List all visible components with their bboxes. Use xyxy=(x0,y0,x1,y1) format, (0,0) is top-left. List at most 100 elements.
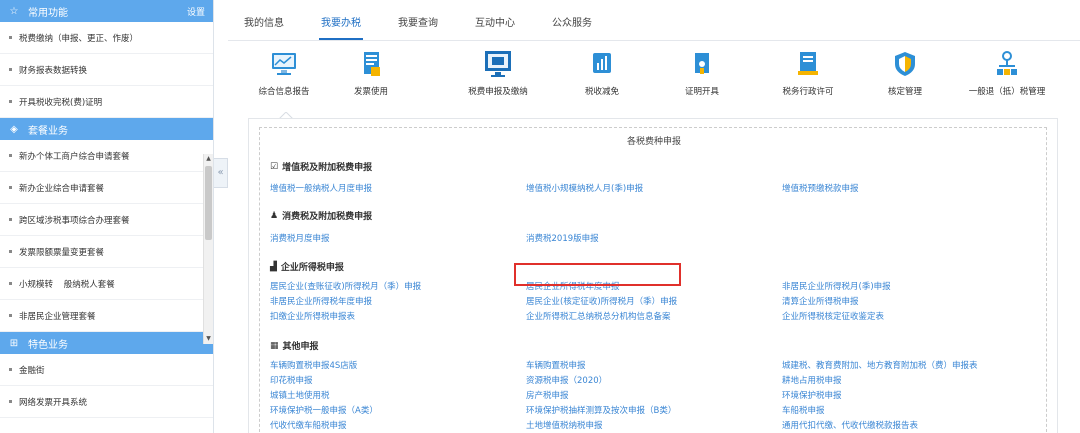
tab-interaction[interactable]: 互动中心 xyxy=(473,14,517,40)
service-tax-declaration[interactable]: 税费申报及缴纳 xyxy=(458,49,538,97)
scroll-down-icon[interactable]: ▼ xyxy=(204,334,213,344)
sidebar-item[interactable]: 税费缴纳（申报、更正、作废） xyxy=(0,22,213,54)
sidebar-item[interactable]: 跨区域涉税事项综合办理套餐 xyxy=(0,204,213,236)
sidebar-item-label: 新办个体工商户综合申请套餐 xyxy=(19,151,130,162)
sidebar-item[interactable]: 非居民企业管理套餐 xyxy=(0,300,213,332)
link-vat-general-monthly[interactable]: 增值税一般纳税人月度申报 xyxy=(270,182,372,194)
bullet-icon xyxy=(9,186,12,189)
sidebar-item[interactable]: 开具税收完税(费)证明 xyxy=(0,86,213,118)
grid-icon: ⊞ xyxy=(9,337,19,349)
layers-icon: ◈ xyxy=(10,123,18,135)
sidebar-item-label: 金融街 xyxy=(19,365,45,376)
service-assessment[interactable]: 核定管理 xyxy=(865,49,945,97)
bullet-icon xyxy=(9,250,12,253)
link-vat-small-scale[interactable]: 增值税小规模纳税人月(季)申报 xyxy=(526,182,643,194)
settings-link[interactable]: 设置 xyxy=(187,5,205,18)
link-other[interactable]: 环境保护税申报 xyxy=(782,389,842,401)
sidebar-item-label: 小规模转 般纳税人套餐 xyxy=(19,279,115,290)
section-header-package[interactable]: ◈ 套餐业务 xyxy=(0,118,213,140)
link-cit[interactable]: 居民企业(查账征收)所得税月（季）申报 xyxy=(270,280,421,292)
collapse-sidebar-button[interactable]: « xyxy=(214,158,228,188)
service-label: 税费申报及缴纳 xyxy=(468,87,528,97)
screen-icon xyxy=(485,51,511,77)
tab-public-service[interactable]: 公众服务 xyxy=(550,14,594,40)
service-certificate[interactable]: 证明开具 xyxy=(662,49,742,97)
tab-my-info[interactable]: 我的信息 xyxy=(242,14,286,40)
scroll-up-icon[interactable]: ▲ xyxy=(204,154,213,164)
service-label: 核定管理 xyxy=(887,87,922,97)
link-other[interactable]: 代收代缴车船税申报 xyxy=(270,419,347,431)
link-other[interactable]: 车辆购置税申报 xyxy=(526,359,586,371)
link-other[interactable]: 城建税、教育费附加、地方教育附加税（费）申报表 xyxy=(782,359,978,371)
sidebar-item[interactable]: 小规模转 般纳税人套餐 xyxy=(0,268,213,300)
link-cit[interactable]: 居民企业(核定征收)所得税月（季）申报 xyxy=(526,295,677,307)
sidebar-item[interactable]: 财务报表数据转换 xyxy=(0,54,213,86)
link-other[interactable]: 房产税申报 xyxy=(526,389,569,401)
group-title-label: 其他申报 xyxy=(282,342,319,352)
scrollbar-thumb[interactable] xyxy=(205,166,212,240)
link-cit[interactable]: 企业所得税汇总纳税总分机构信息备案 xyxy=(526,310,671,322)
group-title-label: 增值税及附加税费申报 xyxy=(282,163,373,173)
link-cit[interactable]: 扣缴企业所得税申报表 xyxy=(270,310,355,322)
sidebar-item[interactable]: 新办企业综合申请套餐 xyxy=(0,172,213,204)
service-refund[interactable]: 一般退（抵）税管理 xyxy=(962,49,1052,97)
link-cit[interactable]: 非居民企业所得税年度申报 xyxy=(270,295,372,307)
document-icon xyxy=(364,52,380,76)
link-cit[interactable]: 非居民企业所得税月(季)申报 xyxy=(782,280,891,292)
user-icon: ♟ xyxy=(270,210,279,221)
bullet-icon xyxy=(9,314,12,317)
bullet-icon xyxy=(9,100,12,103)
sidebar-item[interactable]: 新办个体工商户综合申请套餐 xyxy=(0,140,213,172)
service-info-report[interactable]: 综合信息报告 xyxy=(244,49,324,97)
shield-icon xyxy=(895,52,915,76)
group-title-other: ▦ 其他申报 xyxy=(270,339,319,353)
section-header-common[interactable]: ☆ 常用功能 设置 xyxy=(0,0,213,22)
service-admin-license[interactable]: 税务行政许可 xyxy=(768,49,848,97)
sidebar-item-label: 发票限额票量变更套餐 xyxy=(19,247,105,258)
service-label: 一般退（抵）税管理 xyxy=(968,87,1046,97)
section-header-special[interactable]: ⊞ 特色业务 xyxy=(0,332,213,354)
sidebar-item-label: 跨区域涉税事项综合办理套餐 xyxy=(19,215,130,226)
grid-icon: ▦ xyxy=(270,340,279,351)
link-other[interactable]: 环境保护税抽样测算及按次申报（B类） xyxy=(526,404,676,416)
link-cit[interactable]: 企业所得税核定征收鉴定表 xyxy=(782,310,884,322)
link-other[interactable]: 车辆购置税申报4S店版 xyxy=(270,359,357,371)
section-title: 常用功能 xyxy=(28,7,68,19)
link-other[interactable]: 环境保护税一般申报（A类） xyxy=(270,404,378,416)
sidebar-item-label: 财务报表数据转换 xyxy=(19,65,88,76)
sidebar-item[interactable]: 金融街 xyxy=(0,354,213,386)
bullet-icon xyxy=(9,282,12,285)
link-other[interactable]: 通用代扣代缴、代收代缴税款报告表 xyxy=(782,419,918,431)
service-invoice-use[interactable]: 发票使用 xyxy=(331,49,411,97)
link-other[interactable]: 车船税申报 xyxy=(782,404,825,416)
section-title: 特色业务 xyxy=(28,339,68,351)
bullet-icon xyxy=(9,400,12,403)
link-other[interactable]: 耕地占用税申报 xyxy=(782,374,842,386)
group-title-label: 企业所得税申报 xyxy=(280,263,344,273)
sidebar-item[interactable]: 发票限额票量变更套餐 xyxy=(0,236,213,268)
link-other[interactable]: 土地增值税纳税申报 xyxy=(526,419,603,431)
service-tax-reduction[interactable]: 税收减免 xyxy=(562,49,642,97)
tab-query[interactable]: 我要查询 xyxy=(396,14,440,40)
link-consumption-monthly[interactable]: 消费税月度申报 xyxy=(270,232,330,244)
star-icon: ☆ xyxy=(9,5,19,17)
link-vat-prepay[interactable]: 增值税预缴税款申报 xyxy=(782,182,859,194)
sidebar-scrollbar[interactable]: ▲ ▼ xyxy=(203,154,213,344)
tab-tax-handling[interactable]: 我要办税 xyxy=(319,14,363,40)
monitor-chart-icon xyxy=(272,53,296,75)
service-label: 发票使用 xyxy=(353,87,388,97)
sidebar-item-label: 税费缴纳（申报、更正、作废） xyxy=(19,33,139,44)
link-other[interactable]: 资源税申报（2020） xyxy=(526,374,607,386)
sidebar-item-label: 新办企业综合申请套餐 xyxy=(19,183,105,194)
tax-portal-app: ☆ 常用功能 设置 税费缴纳（申报、更正、作废） 财务报表数据转换 开具税收完税… xyxy=(0,0,1080,433)
link-cit[interactable]: 清算企业所得税申报 xyxy=(782,295,859,307)
sidebar-item[interactable]: 网络发票开具系统 xyxy=(0,386,213,418)
service-label: 税务行政许可 xyxy=(782,87,834,97)
bullet-icon xyxy=(9,154,12,157)
link-other[interactable]: 印花税申报 xyxy=(270,374,313,386)
sidebar-item-label: 开具税收完税(费)证明 xyxy=(19,97,103,108)
link-other[interactable]: 城镇土地使用税 xyxy=(270,389,330,401)
group-title-label: 消费税及附加税费申报 xyxy=(282,212,373,222)
sidebar-item-label: 非居民企业管理套餐 xyxy=(19,311,96,322)
link-consumption-2019[interactable]: 消费税2019版申报 xyxy=(526,232,599,244)
